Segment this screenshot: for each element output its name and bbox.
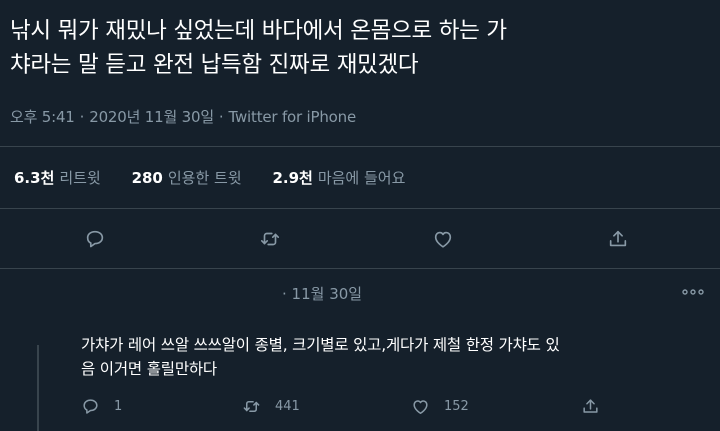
tweet-source[interactable]: Twitter for iPhone: [229, 108, 357, 126]
tweet-meta: 오후 5:41 · 2020년 11월 30일 · Twitter for iPhone: [10, 106, 356, 127]
reply-icon: [86, 230, 104, 248]
reply-date[interactable]: · 11월 30일: [282, 283, 362, 304]
divider: [0, 268, 720, 269]
reply-retweets-count: 441: [275, 398, 300, 414]
tweet-text: 낚시 뭐가 재밌나 싶었는데 바다에서 온몸으로 하는 가 챠라는 말 듣고 완…: [10, 18, 507, 78]
reply-text: 가챠가 레어 쓰알 쓰쓰알이 종별, 크기별로 있고,게다가 제철 한정 가챠도…: [81, 336, 560, 378]
reply-retweet-button[interactable]: 441: [242, 395, 300, 417]
reply-icon: [83, 398, 98, 414]
retweets-count: 6.3천: [14, 169, 55, 187]
tweet-time[interactable]: 오후 5:41: [10, 108, 75, 126]
quotes-label: 인용한 트윗: [167, 169, 242, 187]
likes-stat[interactable]: 2.9천 마음에 들어요: [272, 169, 405, 187]
retweet-icon: [243, 400, 260, 412]
likes-label: 마음에 들어요: [317, 169, 406, 187]
more-options-button[interactable]: [681, 284, 705, 298]
like-button[interactable]: [428, 224, 458, 254]
share-button[interactable]: [603, 224, 633, 254]
reply-replies-count: 1: [114, 398, 123, 414]
divider: [0, 146, 720, 147]
divider: [0, 208, 720, 209]
reply-like-button[interactable]: 152: [411, 395, 469, 417]
thread-line: [37, 345, 39, 431]
reply-reply-button[interactable]: 1: [81, 395, 122, 417]
quotes-stat[interactable]: 280 인용한 트윗: [132, 169, 242, 187]
retweets-stat[interactable]: 6.3천 리트윗: [14, 169, 101, 187]
like-icon: [413, 399, 428, 414]
tweet-date[interactable]: 2020년 11월 30일: [89, 108, 214, 126]
retweets-label: 리트윗: [59, 169, 101, 187]
reply-button[interactable]: [80, 224, 110, 254]
tweet-stats: 6.3천 리트윗 280 인용한 트윗 2.9천 마음에 들어요: [14, 167, 431, 188]
retweet-button[interactable]: [255, 224, 285, 254]
tweet-actions: [0, 224, 720, 254]
meta-separator: ·: [79, 108, 85, 126]
reply-likes-count: 152: [444, 398, 469, 414]
share-icon: [609, 230, 627, 247]
retweet-icon: [260, 232, 280, 246]
more-icon: [682, 289, 704, 295]
meta-separator: ·: [218, 108, 224, 126]
quotes-count: 280: [131, 169, 163, 187]
likes-count: 2.9천: [272, 169, 313, 187]
reply-share-button[interactable]: [581, 395, 614, 417]
share-icon: [583, 398, 598, 413]
like-icon: [434, 231, 452, 248]
